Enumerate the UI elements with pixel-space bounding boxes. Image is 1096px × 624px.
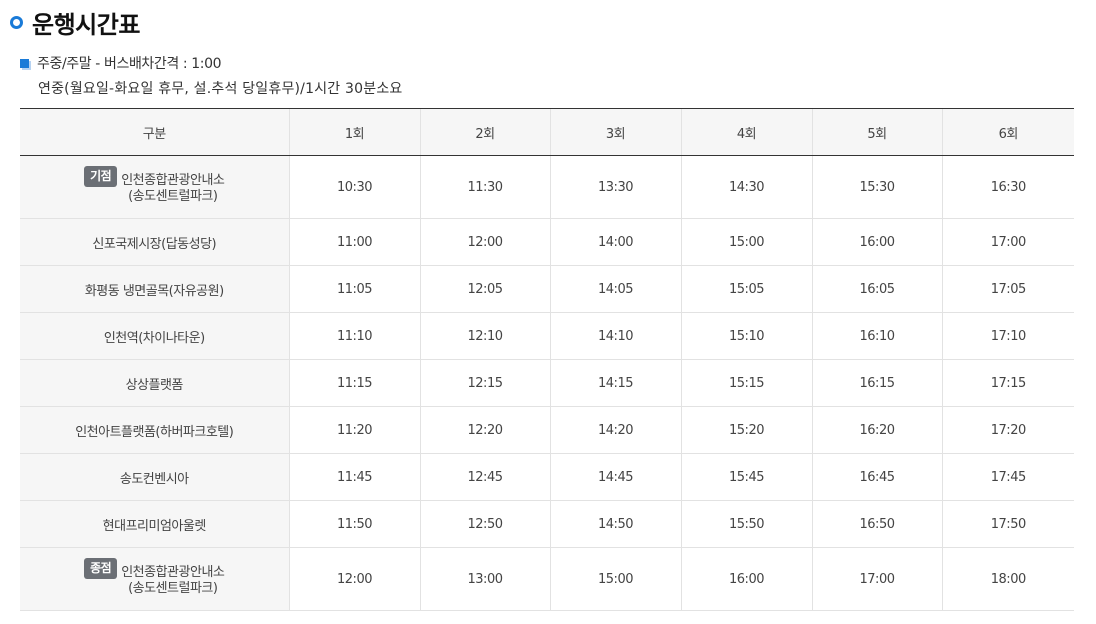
time-cell: 17:45 bbox=[941, 453, 1074, 501]
table-row: 화평동 냉면골목(자유공원) 11:05 12:05 14:05 15:05 1… bbox=[20, 265, 1074, 313]
time-cell: 12:10 bbox=[419, 312, 550, 360]
time-cell: 17:00 bbox=[941, 218, 1074, 266]
time-cell: 15:00 bbox=[549, 547, 681, 611]
time-cell: 15:10 bbox=[680, 312, 812, 360]
page-title: 운행시간표 bbox=[32, 10, 140, 39]
header-run-5: 5회 bbox=[811, 108, 942, 156]
time-cell: 16:30 bbox=[941, 155, 1074, 219]
time-cell: 11:45 bbox=[288, 453, 420, 501]
time-cell: 13:00 bbox=[419, 547, 550, 611]
terminal-badge: 종점 bbox=[84, 558, 118, 579]
header-run-4: 4회 bbox=[680, 108, 812, 156]
stop-cell: 인천역(차이나타운) bbox=[20, 312, 289, 360]
stop-name: 인천종합관광안내소 bbox=[121, 565, 225, 580]
time-cell: 17:50 bbox=[941, 500, 1074, 548]
table-row: 신포국제시장(답동성당) 11:00 12:00 14:00 15:00 16:… bbox=[20, 218, 1074, 266]
time-cell: 12:45 bbox=[419, 453, 550, 501]
time-cell: 14:15 bbox=[549, 359, 681, 407]
time-cell: 12:05 bbox=[419, 265, 550, 313]
interval-info-text: 주중/주말 - 버스배차간격 : 1:00 bbox=[37, 56, 222, 72]
time-cell: 15:00 bbox=[680, 218, 812, 266]
table-row: 기점 인천종합관광안내소 (송도센트럴파크) 10:30 11:30 13:30… bbox=[20, 155, 1074, 219]
time-cell: 12:00 bbox=[419, 218, 550, 266]
time-cell: 11:20 bbox=[288, 406, 420, 454]
time-cell: 15:30 bbox=[811, 155, 942, 219]
stop-cell: 신포국제시장(답동성당) bbox=[20, 218, 289, 266]
origin-badge: 기점 bbox=[84, 166, 118, 187]
time-cell: 15:45 bbox=[680, 453, 812, 501]
time-cell: 14:10 bbox=[549, 312, 681, 360]
time-cell: 14:45 bbox=[549, 453, 681, 501]
header-run-1: 1회 bbox=[288, 108, 420, 156]
table-row: 인천역(차이나타운) 11:10 12:10 14:10 15:10 16:10… bbox=[20, 312, 1074, 360]
timetable-header-row: 구분 1회 2회 3회 4회 5회 6회 bbox=[20, 108, 1074, 156]
operation-info: 연중(월요일-화요일 휴무, 설.추석 당일휴무)/1시간 30분소요 bbox=[38, 81, 403, 97]
time-cell: 12:00 bbox=[288, 547, 420, 611]
time-cell: 14:30 bbox=[680, 155, 812, 219]
time-cell: 16:10 bbox=[811, 312, 942, 360]
time-cell: 10:30 bbox=[288, 155, 420, 219]
time-cell: 11:50 bbox=[288, 500, 420, 548]
time-cell: 17:05 bbox=[941, 265, 1074, 313]
table-row: 상상플랫폼 11:15 12:15 14:15 15:15 16:15 17:1… bbox=[20, 359, 1074, 407]
time-cell: 17:10 bbox=[941, 312, 1074, 360]
time-cell: 18:00 bbox=[941, 547, 1074, 611]
time-cell: 15:15 bbox=[680, 359, 812, 407]
page-title-area: 운행시간표 bbox=[10, 5, 140, 39]
stop-cell: 종점 인천종합관광안내소 (송도센트럴파크) bbox=[20, 547, 289, 611]
time-cell: 11:30 bbox=[419, 155, 550, 219]
time-cell: 16:20 bbox=[811, 406, 942, 454]
header-category: 구분 bbox=[20, 108, 289, 156]
time-cell: 16:50 bbox=[811, 500, 942, 548]
time-cell: 16:00 bbox=[811, 218, 942, 266]
stop-name: 인천종합관광안내소 bbox=[121, 173, 225, 188]
stop-cell: 인천아트플랫폼(하버파크호텔) bbox=[20, 406, 289, 454]
time-cell: 14:05 bbox=[549, 265, 681, 313]
circle-ring-icon bbox=[10, 15, 23, 29]
time-cell: 14:00 bbox=[549, 218, 681, 266]
time-cell: 13:30 bbox=[549, 155, 681, 219]
table-row: 종점 인천종합관광안내소 (송도센트럴파크) 12:00 13:00 15:00… bbox=[20, 547, 1074, 611]
time-cell: 11:15 bbox=[288, 359, 420, 407]
stop-cell: 현대프리미엄아울렛 bbox=[20, 500, 289, 548]
time-cell: 16:05 bbox=[811, 265, 942, 313]
time-cell: 12:15 bbox=[419, 359, 550, 407]
time-cell: 16:00 bbox=[680, 547, 812, 611]
time-cell: 16:45 bbox=[811, 453, 942, 501]
time-cell: 11:00 bbox=[288, 218, 420, 266]
stop-cell: 화평동 냉면골목(자유공원) bbox=[20, 265, 289, 313]
header-run-3: 3회 bbox=[549, 108, 681, 156]
stop-name-sub: (송도센트럴파크) bbox=[128, 581, 218, 596]
stop-cell: 송도컨벤시아 bbox=[20, 453, 289, 501]
stop-cell: 상상플랫폼 bbox=[20, 359, 289, 407]
table-row: 현대프리미엄아울렛 11:50 12:50 14:50 15:50 16:50 … bbox=[20, 500, 1074, 548]
time-cell: 12:50 bbox=[419, 500, 550, 548]
time-cell: 14:20 bbox=[549, 406, 681, 454]
time-cell: 14:50 bbox=[549, 500, 681, 548]
time-cell: 11:10 bbox=[288, 312, 420, 360]
interval-info: 주중/주말 - 버스배차간격 : 1:00 bbox=[20, 53, 222, 73]
stop-name-sub: (송도센트럴파크) bbox=[128, 189, 218, 204]
header-run-2: 2회 bbox=[419, 108, 550, 156]
time-cell: 17:15 bbox=[941, 359, 1074, 407]
time-cell: 15:50 bbox=[680, 500, 812, 548]
time-cell: 17:00 bbox=[811, 547, 942, 611]
stop-cell: 기점 인천종합관광안내소 (송도센트럴파크) bbox=[20, 155, 289, 219]
time-cell: 11:05 bbox=[288, 265, 420, 313]
table-row: 인천아트플랫폼(하버파크호텔) 11:20 12:20 14:20 15:20 … bbox=[20, 406, 1074, 454]
time-cell: 16:15 bbox=[811, 359, 942, 407]
table-row: 송도컨벤시아 11:45 12:45 14:45 15:45 16:45 17:… bbox=[20, 453, 1074, 501]
time-cell: 15:05 bbox=[680, 265, 812, 313]
square-bullet-icon bbox=[20, 58, 29, 68]
timetable: 구분 1회 2회 3회 4회 5회 6회 기점 인천종합관광안내소 (송도센트럴… bbox=[20, 108, 1074, 611]
time-cell: 17:20 bbox=[941, 406, 1074, 454]
header-run-6: 6회 bbox=[941, 108, 1074, 156]
time-cell: 15:20 bbox=[680, 406, 812, 454]
time-cell: 12:20 bbox=[419, 406, 550, 454]
